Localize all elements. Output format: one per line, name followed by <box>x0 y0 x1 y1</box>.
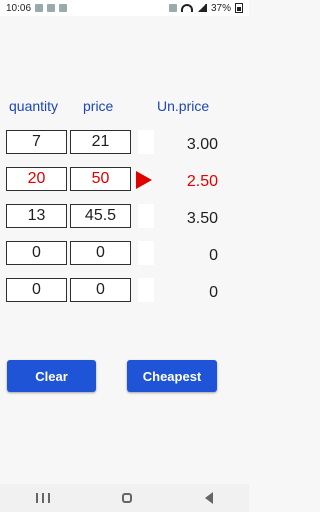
unit-price-value: 2.50 <box>186 173 218 190</box>
price-input[interactable]: 0 <box>70 278 131 302</box>
unit-price-value: 3.50 <box>186 210 218 227</box>
price-input[interactable]: 50 <box>70 167 131 191</box>
price-input[interactable]: 45.5 <box>70 204 131 228</box>
unit-price-value: 0 <box>209 284 218 301</box>
indicator-slot <box>138 278 154 302</box>
unit-price-value: 0 <box>209 247 218 264</box>
notification-icon <box>59 4 68 12</box>
notification-icon <box>47 4 56 12</box>
status-left: 10:06 <box>6 2 68 14</box>
quantity-input[interactable]: 13 <box>6 204 67 228</box>
price-header: price <box>83 98 114 114</box>
status-bar: 10:06 37% <box>0 0 249 16</box>
indicator-slot <box>138 241 154 265</box>
home-icon[interactable] <box>122 493 133 503</box>
mute-icon <box>168 4 177 12</box>
quantity-input[interactable]: 0 <box>6 241 67 265</box>
notification-icon <box>35 4 44 12</box>
clock: 10:06 <box>6 2 32 14</box>
back-icon[interactable] <box>204 492 213 504</box>
price-input[interactable]: 21 <box>70 130 131 154</box>
cheapest-arrow-icon <box>136 171 152 189</box>
wifi-icon <box>180 4 193 12</box>
cheapest-button[interactable]: Cheapest <box>127 360 217 392</box>
indicator-slot <box>138 204 154 228</box>
indicator-slot <box>138 130 154 154</box>
quantity-header: quantity <box>9 98 59 114</box>
unit-price-header: Un.price <box>157 98 210 114</box>
battery-percent: 37% <box>210 2 231 14</box>
quantity-input[interactable]: 20 <box>6 167 67 191</box>
navigation-bar <box>0 484 249 512</box>
price-input[interactable]: 0 <box>70 241 131 265</box>
battery-icon <box>235 3 243 13</box>
unit-price-value: 3.00 <box>186 136 218 153</box>
quantity-input[interactable]: 0 <box>6 278 67 302</box>
quantity-input[interactable]: 7 <box>6 130 67 154</box>
status-right: 37% <box>168 2 243 14</box>
clear-button[interactable]: Clear <box>7 360 96 392</box>
recent-apps-icon[interactable] <box>36 493 51 503</box>
signal-icon <box>196 4 207 12</box>
